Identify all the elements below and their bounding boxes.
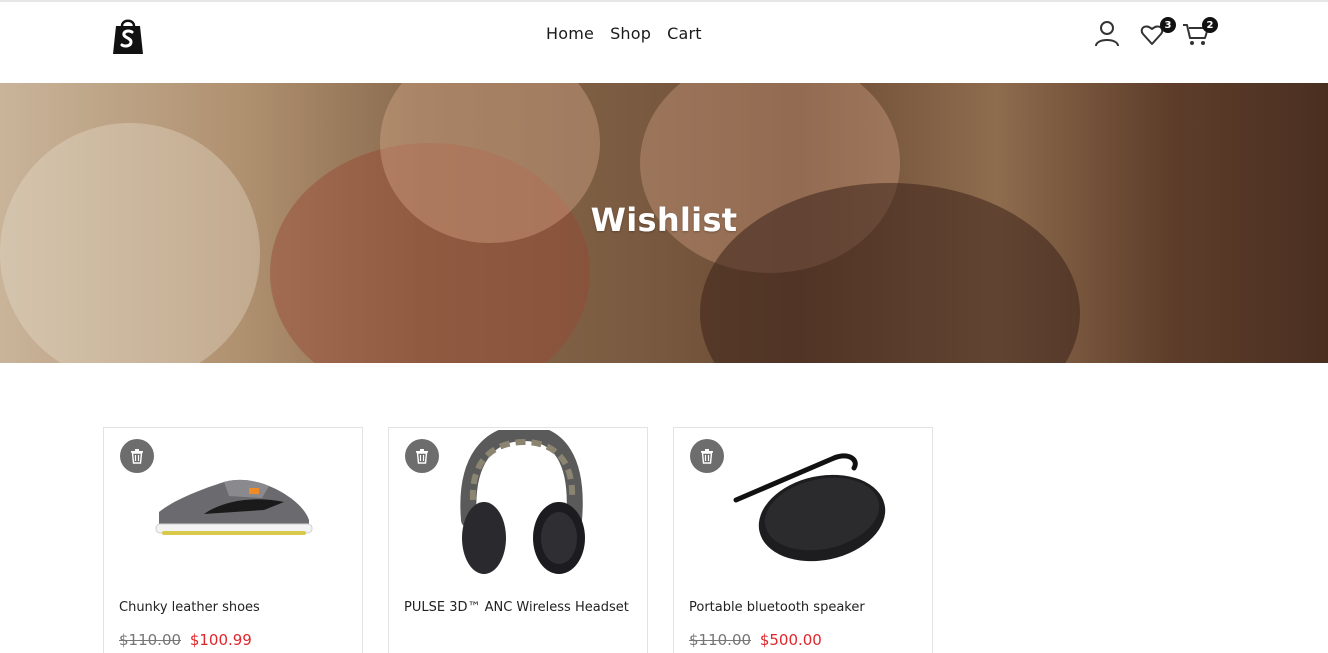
main-nav: Home Shop Cart bbox=[546, 24, 702, 43]
product-price bbox=[404, 631, 408, 649]
speaker-image[interactable] bbox=[714, 430, 894, 580]
trash-icon bbox=[131, 449, 143, 464]
product-name[interactable]: PULSE 3D™ ANC Wireless Headset bbox=[404, 596, 639, 620]
nav-shop[interactable]: Shop bbox=[610, 24, 651, 43]
product-name[interactable]: Portable bluetooth speaker bbox=[689, 596, 924, 620]
sale-price: $100.99 bbox=[189, 631, 252, 649]
cart-button[interactable]: 2 bbox=[1182, 17, 1218, 48]
shoe-image[interactable] bbox=[144, 430, 324, 580]
account-button[interactable] bbox=[1094, 20, 1122, 48]
product-price: $110.00 $500.00 bbox=[689, 631, 822, 649]
nav-cart[interactable]: Cart bbox=[667, 24, 702, 43]
product-price: $110.00 $100.99 bbox=[119, 631, 252, 649]
shopify-logo-icon[interactable] bbox=[110, 16, 146, 56]
product-card[interactable]: Portable bluetooth speaker $110.00 $500.… bbox=[673, 427, 933, 653]
nav-home[interactable]: Home bbox=[546, 24, 594, 43]
product-card[interactable]: PULSE 3D™ ANC Wireless Headset bbox=[388, 427, 648, 653]
trash-icon bbox=[416, 449, 428, 464]
product-card[interactable]: Chunky leather shoes $110.00 $100.99 bbox=[103, 427, 363, 653]
original-price: $110.00 bbox=[119, 631, 182, 649]
sale-price: $500.00 bbox=[759, 631, 822, 649]
cart-count-badge: 2 bbox=[1202, 17, 1218, 33]
wishlist-count-badge: 3 bbox=[1160, 17, 1176, 33]
hero-photo-blob bbox=[0, 123, 260, 363]
trash-icon bbox=[701, 449, 713, 464]
header-icons: 3 2 bbox=[1094, 17, 1224, 50]
page-title: Wishlist bbox=[590, 201, 738, 239]
original-price: $110.00 bbox=[689, 631, 752, 649]
site-header: Home Shop Cart 3 2 bbox=[0, 2, 1328, 83]
product-name[interactable]: Chunky leather shoes bbox=[119, 596, 354, 620]
headset-image[interactable] bbox=[429, 430, 609, 580]
wishlist-grid: Chunky leather shoes $110.00 $100.99 PUL… bbox=[103, 427, 933, 653]
wishlist-button[interactable]: 3 bbox=[1140, 17, 1176, 48]
hero-banner: Wishlist bbox=[0, 83, 1328, 363]
user-icon bbox=[1095, 21, 1119, 47]
